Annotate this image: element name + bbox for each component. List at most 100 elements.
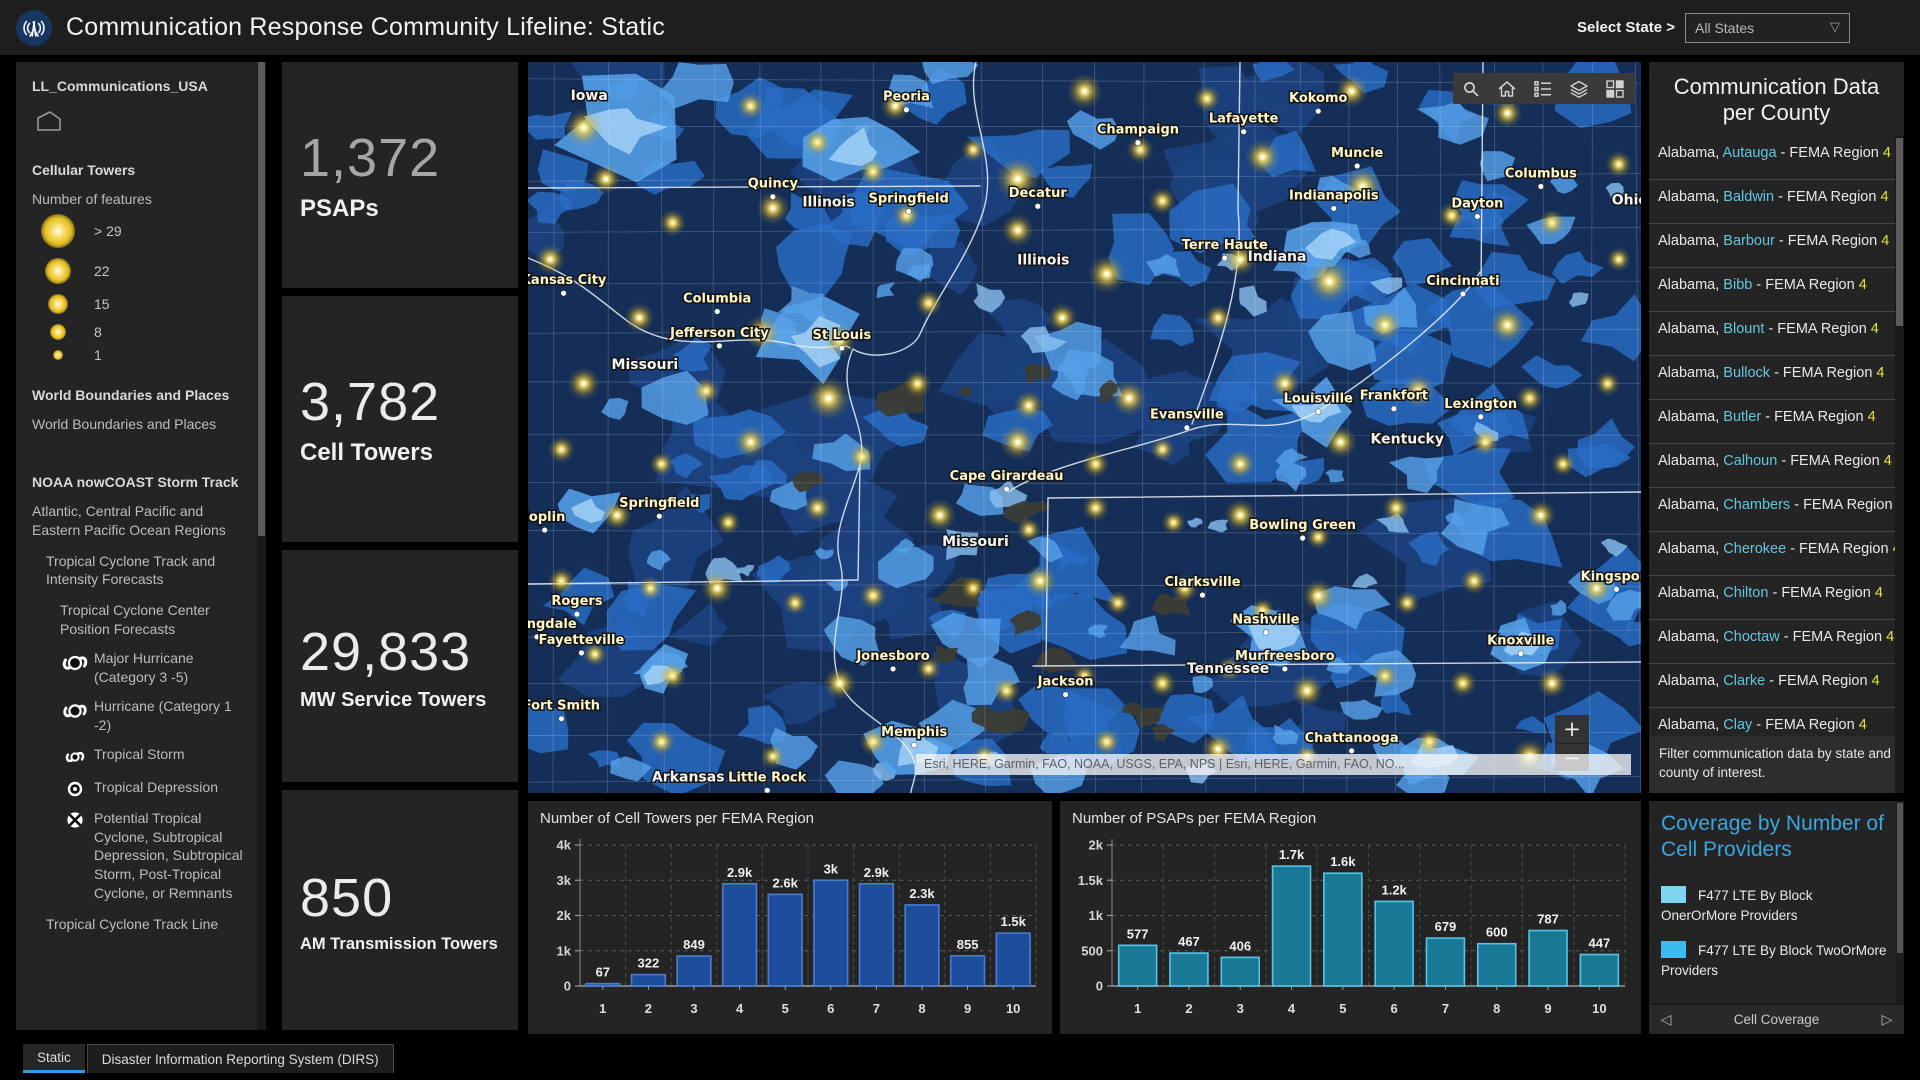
county-row[interactable]: Alabama, Barbour - FEMA Region 4 <box>1649 224 1904 268</box>
state-dropdown[interactable]: All States ▽ <box>1685 13 1850 43</box>
stat-panel-am-towers: 850 AM Transmission Towers <box>282 790 518 1030</box>
tropical-storm-icon <box>60 745 90 768</box>
cell-towers-count: 3,782 <box>300 371 518 433</box>
legend-cellular-title: Cellular Towers <box>32 162 252 178</box>
radio-tower-logo-icon <box>16 10 52 46</box>
svg-text:1.6k: 1.6k <box>1330 854 1356 869</box>
psaps-chart-panel: 05001k1.5k2k5771467240631.7k41.6k51.2k66… <box>1060 801 1641 1034</box>
svg-text:Jackson: Jackson <box>1037 675 1094 690</box>
prev-arrow-icon[interactable]: ◁ <box>1649 1012 1683 1028</box>
svg-text:Springdale: Springdale <box>528 617 577 632</box>
search-icon[interactable] <box>1453 73 1489 104</box>
svg-text:Ohio: Ohio <box>1612 193 1641 209</box>
polygon-symbol-icon <box>34 108 64 134</box>
legend-track-line-label: Tropical Cyclone Track Line <box>32 915 252 934</box>
svg-text:Tennessee: Tennessee <box>1187 661 1269 677</box>
legend-layer-title: LL_Communications_USA <box>32 78 252 94</box>
legend-position-group: Tropical Cyclone Center Position Forecas… <box>32 601 252 639</box>
psaps-count: 1,372 <box>300 127 518 189</box>
tab-static[interactable]: Static <box>23 1044 85 1073</box>
coverage-item-label: F477 LTE By Block TwoOrMore Providers <box>1661 943 1887 978</box>
svg-text:Iowa: Iowa <box>571 88 608 104</box>
svg-text:5: 5 <box>782 1001 789 1016</box>
cell-towers-bar-chart[interactable]: 01k2k3k4k671322284932.9k42.6k53k62.9k72.… <box>528 801 1052 1034</box>
legend-list-icon[interactable] <box>1525 73 1561 104</box>
svg-text:Jefferson City: Jefferson City <box>669 326 769 341</box>
county-row[interactable]: Alabama, Cherokee - FEMA Region 4 <box>1649 532 1904 576</box>
county-scrollbar[interactable] <box>1895 136 1904 793</box>
cell-towers-chart-title: Number of Cell Towers per FEMA Region <box>540 810 814 827</box>
county-row[interactable]: Alabama, Bibb - FEMA Region 4 <box>1649 268 1904 312</box>
next-arrow-icon[interactable]: ▷ <box>1870 1012 1904 1028</box>
legend-size-class: 22 <box>32 253 252 289</box>
svg-text:3k: 3k <box>557 873 572 888</box>
storm-item-label: Tropical Storm <box>94 745 185 768</box>
svg-text:Peoria: Peoria <box>883 90 930 105</box>
svg-text:0: 0 <box>1096 979 1103 994</box>
home-icon[interactable] <box>1489 73 1525 104</box>
tower-glow-icon <box>41 214 75 248</box>
size-class-label: 1 <box>94 347 102 363</box>
am-towers-count: 850 <box>300 867 518 929</box>
legend-scrollbar[interactable] <box>257 62 266 1030</box>
coverage-panel: Coverage by Number of Cell Providers F47… <box>1649 801 1904 1034</box>
svg-text:9: 9 <box>1544 1001 1551 1016</box>
svg-text:4: 4 <box>1288 1001 1296 1016</box>
legend-panel: LL_Communications_USA Cellular Towers Nu… <box>16 62 266 1030</box>
svg-text:1: 1 <box>599 1001 606 1016</box>
county-row[interactable]: Alabama, Calhoun - FEMA Region 4 <box>1649 444 1904 488</box>
svg-text:Springfield: Springfield <box>868 191 948 206</box>
legend-noaa-title: NOAA nowCOAST Storm Track <box>32 474 252 490</box>
mw-towers-label: MW Service Towers <box>300 689 518 712</box>
legend-storm-item: Tropical Storm <box>60 745 252 768</box>
legend-size-class: 8 <box>32 319 252 345</box>
svg-text:Cape Girardeau: Cape Girardeau <box>950 469 1064 484</box>
county-list-panel: Communication Data per County Alabama, A… <box>1649 62 1904 793</box>
hurricane-major-icon <box>60 649 90 687</box>
coverage-footer: ◁ Cell Coverage ▷ <box>1649 1004 1904 1034</box>
hurricane-icon <box>60 697 90 735</box>
tab-dirs[interactable]: Disaster Information Reporting System (D… <box>87 1044 394 1073</box>
county-row[interactable]: Alabama, Butler - FEMA Region 4 <box>1649 400 1904 444</box>
zoom-in-button[interactable]: + <box>1555 715 1589 743</box>
svg-text:Muncie: Muncie <box>1331 146 1384 161</box>
coverage-map[interactable]: IowaPeoriaKokomoLafayetteMuncieChampaign… <box>528 62 1641 793</box>
county-row[interactable]: Alabama, Clarke - FEMA Region 4 <box>1649 664 1904 708</box>
svg-text:322: 322 <box>638 956 660 971</box>
county-row[interactable]: Alabama, Autauga - FEMA Region 4 <box>1649 136 1904 180</box>
dashboard: Communication Response Community Lifelin… <box>0 0 1920 1080</box>
county-row[interactable]: Alabama, Chambers - FEMA Region 4 <box>1649 488 1904 532</box>
county-row[interactable]: Alabama, Choctaw - FEMA Region 4 <box>1649 620 1904 664</box>
coverage-footer-label: Cell Coverage <box>1683 1012 1870 1027</box>
svg-text:787: 787 <box>1537 912 1559 927</box>
coverage-scrollbar[interactable] <box>1896 801 1904 1004</box>
svg-text:8: 8 <box>918 1001 925 1016</box>
svg-text:1.5k: 1.5k <box>1001 914 1027 929</box>
svg-text:2: 2 <box>645 1001 652 1016</box>
svg-text:Nashville: Nashville <box>1232 612 1299 627</box>
basemap-icon[interactable] <box>1597 73 1633 104</box>
svg-text:4k: 4k <box>557 838 572 853</box>
storm-item-label: Major Hurricane (Category 3 -5) <box>94 649 252 687</box>
psaps-bar-chart[interactable]: 05001k1.5k2k5771467240631.7k41.6k51.2k66… <box>1060 801 1641 1034</box>
svg-text:7: 7 <box>873 1001 880 1016</box>
svg-text:3: 3 <box>1237 1001 1244 1016</box>
svg-text:7: 7 <box>1442 1001 1449 1016</box>
svg-text:467: 467 <box>1178 934 1200 949</box>
mw-towers-count: 29,833 <box>300 621 518 683</box>
stat-panel-psaps: 1,372 PSAPs <box>282 62 518 288</box>
potential-cyclone-icon <box>60 809 90 903</box>
svg-text:Champaign: Champaign <box>1097 123 1179 138</box>
layers-icon[interactable] <box>1561 73 1597 104</box>
legend-world-sub: World Boundaries and Places <box>32 415 252 434</box>
svg-text:2.9k: 2.9k <box>727 865 753 880</box>
county-row[interactable]: Alabama, Blount - FEMA Region 4 <box>1649 312 1904 356</box>
storm-item-label: Hurricane (Category 1 -2) <box>94 697 252 735</box>
svg-text:Springfield: Springfield <box>619 496 699 511</box>
county-row[interactable]: Alabama, Baldwin - FEMA Region 4 <box>1649 180 1904 224</box>
map-panel: IowaPeoriaKokomoLafayetteMuncieChampaign… <box>528 62 1641 793</box>
svg-text:3k: 3k <box>824 861 839 876</box>
county-row[interactable]: Alabama, Chilton - FEMA Region 4 <box>1649 576 1904 620</box>
county-row[interactable]: Alabama, Bullock - FEMA Region 4 <box>1649 356 1904 400</box>
svg-text:Indiana: Indiana <box>1248 249 1307 265</box>
